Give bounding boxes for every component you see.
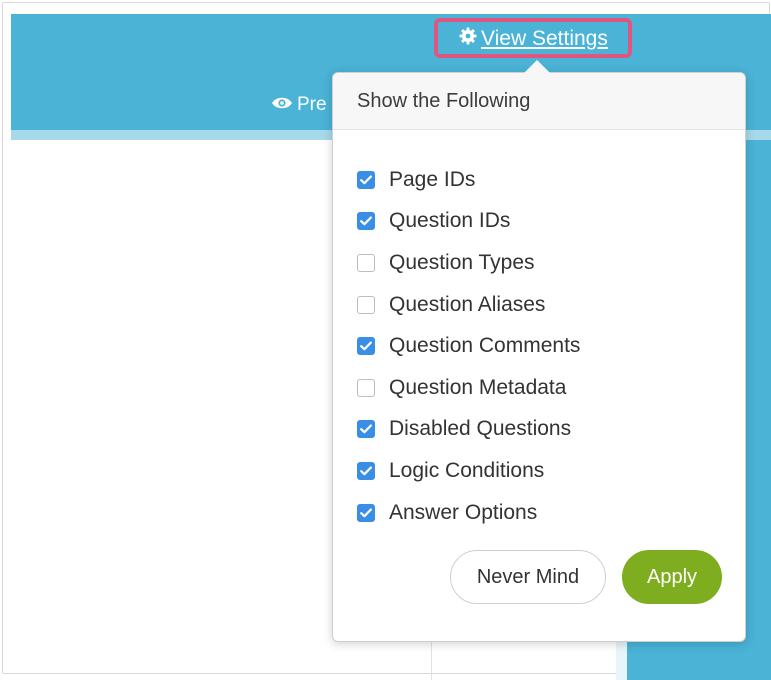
option-question-types[interactable]: Question Types (357, 242, 580, 284)
option-label: Question IDs (389, 209, 511, 233)
checkbox[interactable] (357, 170, 375, 189)
options-list: Page IDs Question IDs Question Types Que… (357, 159, 580, 533)
option-label: Page IDs (389, 167, 476, 191)
checkbox[interactable] (357, 337, 375, 356)
popover-header: Show the Following (333, 73, 745, 130)
option-label: Logic Conditions (389, 458, 545, 482)
option-logic-conditions[interactable]: Logic Conditions (357, 450, 580, 492)
content-column-edge (616, 640, 627, 680)
popover-title: Show the Following (357, 90, 531, 112)
option-answer-options[interactable]: Answer Options (357, 492, 580, 534)
option-label: Question Types (389, 250, 535, 274)
checkbox[interactable] (357, 378, 375, 397)
option-label: Question Metadata (389, 375, 567, 399)
eye-icon (271, 94, 293, 116)
option-question-comments[interactable]: Question Comments (357, 325, 580, 367)
preview-link-label: Pre (297, 94, 327, 115)
option-disabled-questions[interactable]: Disabled Questions (357, 409, 580, 451)
view-settings-label: View Settings (481, 27, 608, 50)
check-icon (360, 424, 372, 434)
view-settings-link[interactable]: View Settings (459, 27, 608, 51)
preview-link[interactable]: Pre (271, 94, 327, 116)
checkbox[interactable] (357, 212, 375, 231)
option-label: Question Comments (389, 334, 581, 358)
popover-arrow (524, 60, 550, 73)
apply-button[interactable]: Apply (622, 550, 722, 604)
option-question-metadata[interactable]: Question Metadata (357, 367, 580, 409)
option-label: Answer Options (389, 500, 538, 524)
check-icon (360, 175, 372, 185)
option-question-aliases[interactable]: Question Aliases (357, 284, 580, 326)
check-icon (360, 216, 372, 226)
checkbox[interactable] (357, 503, 375, 522)
checkbox[interactable] (357, 420, 375, 439)
check-icon (360, 466, 372, 476)
option-label: Question Aliases (389, 292, 546, 316)
check-icon (360, 508, 372, 517)
option-page-ids[interactable]: Page IDs (357, 159, 580, 201)
gear-icon (459, 27, 477, 51)
checkbox[interactable] (357, 295, 375, 314)
check-icon (360, 341, 372, 351)
content-column-divider (431, 640, 432, 680)
option-label: Disabled Questions (389, 417, 572, 441)
checkbox[interactable] (357, 461, 375, 480)
checkbox[interactable] (357, 253, 375, 272)
never-mind-button[interactable]: Never Mind (450, 550, 606, 604)
view-settings-popover: Show the Following Page IDs Question IDs… (332, 72, 746, 642)
option-question-ids[interactable]: Question IDs (357, 201, 580, 243)
